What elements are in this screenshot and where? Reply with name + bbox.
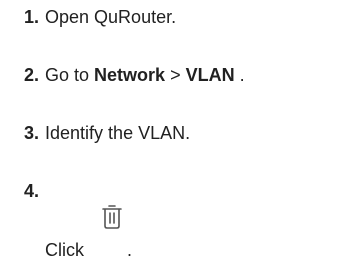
- menu-separator: >: [165, 65, 186, 85]
- step-text-prefix: Go to: [45, 65, 95, 85]
- trash-icon: [93, 205, 127, 262]
- step-text: Open QuRouter.: [45, 7, 177, 27]
- step-text-suffix: .: [234, 65, 245, 85]
- step-number: 4.: [24, 181, 40, 201]
- step-text-prefix: Click: [45, 240, 89, 260]
- step-number: 1.: [24, 7, 40, 27]
- step-text: Identify the VLAN.: [45, 123, 191, 143]
- step-number: 3.: [24, 123, 40, 143]
- step-3: 3. Identify the VLAN.: [24, 122, 190, 144]
- step-2: 2. Go to Network > VLAN .: [24, 64, 245, 86]
- step-text-suffix: .: [127, 240, 133, 260]
- step-number: 2.: [24, 65, 40, 85]
- step-4-text: Click .: [45, 205, 133, 262]
- step-1: 1. Open QuRouter.: [24, 6, 176, 28]
- menu-vlan: VLAN: [185, 65, 235, 85]
- menu-network: Network: [94, 65, 166, 85]
- step-4: 4.: [24, 180, 45, 202]
